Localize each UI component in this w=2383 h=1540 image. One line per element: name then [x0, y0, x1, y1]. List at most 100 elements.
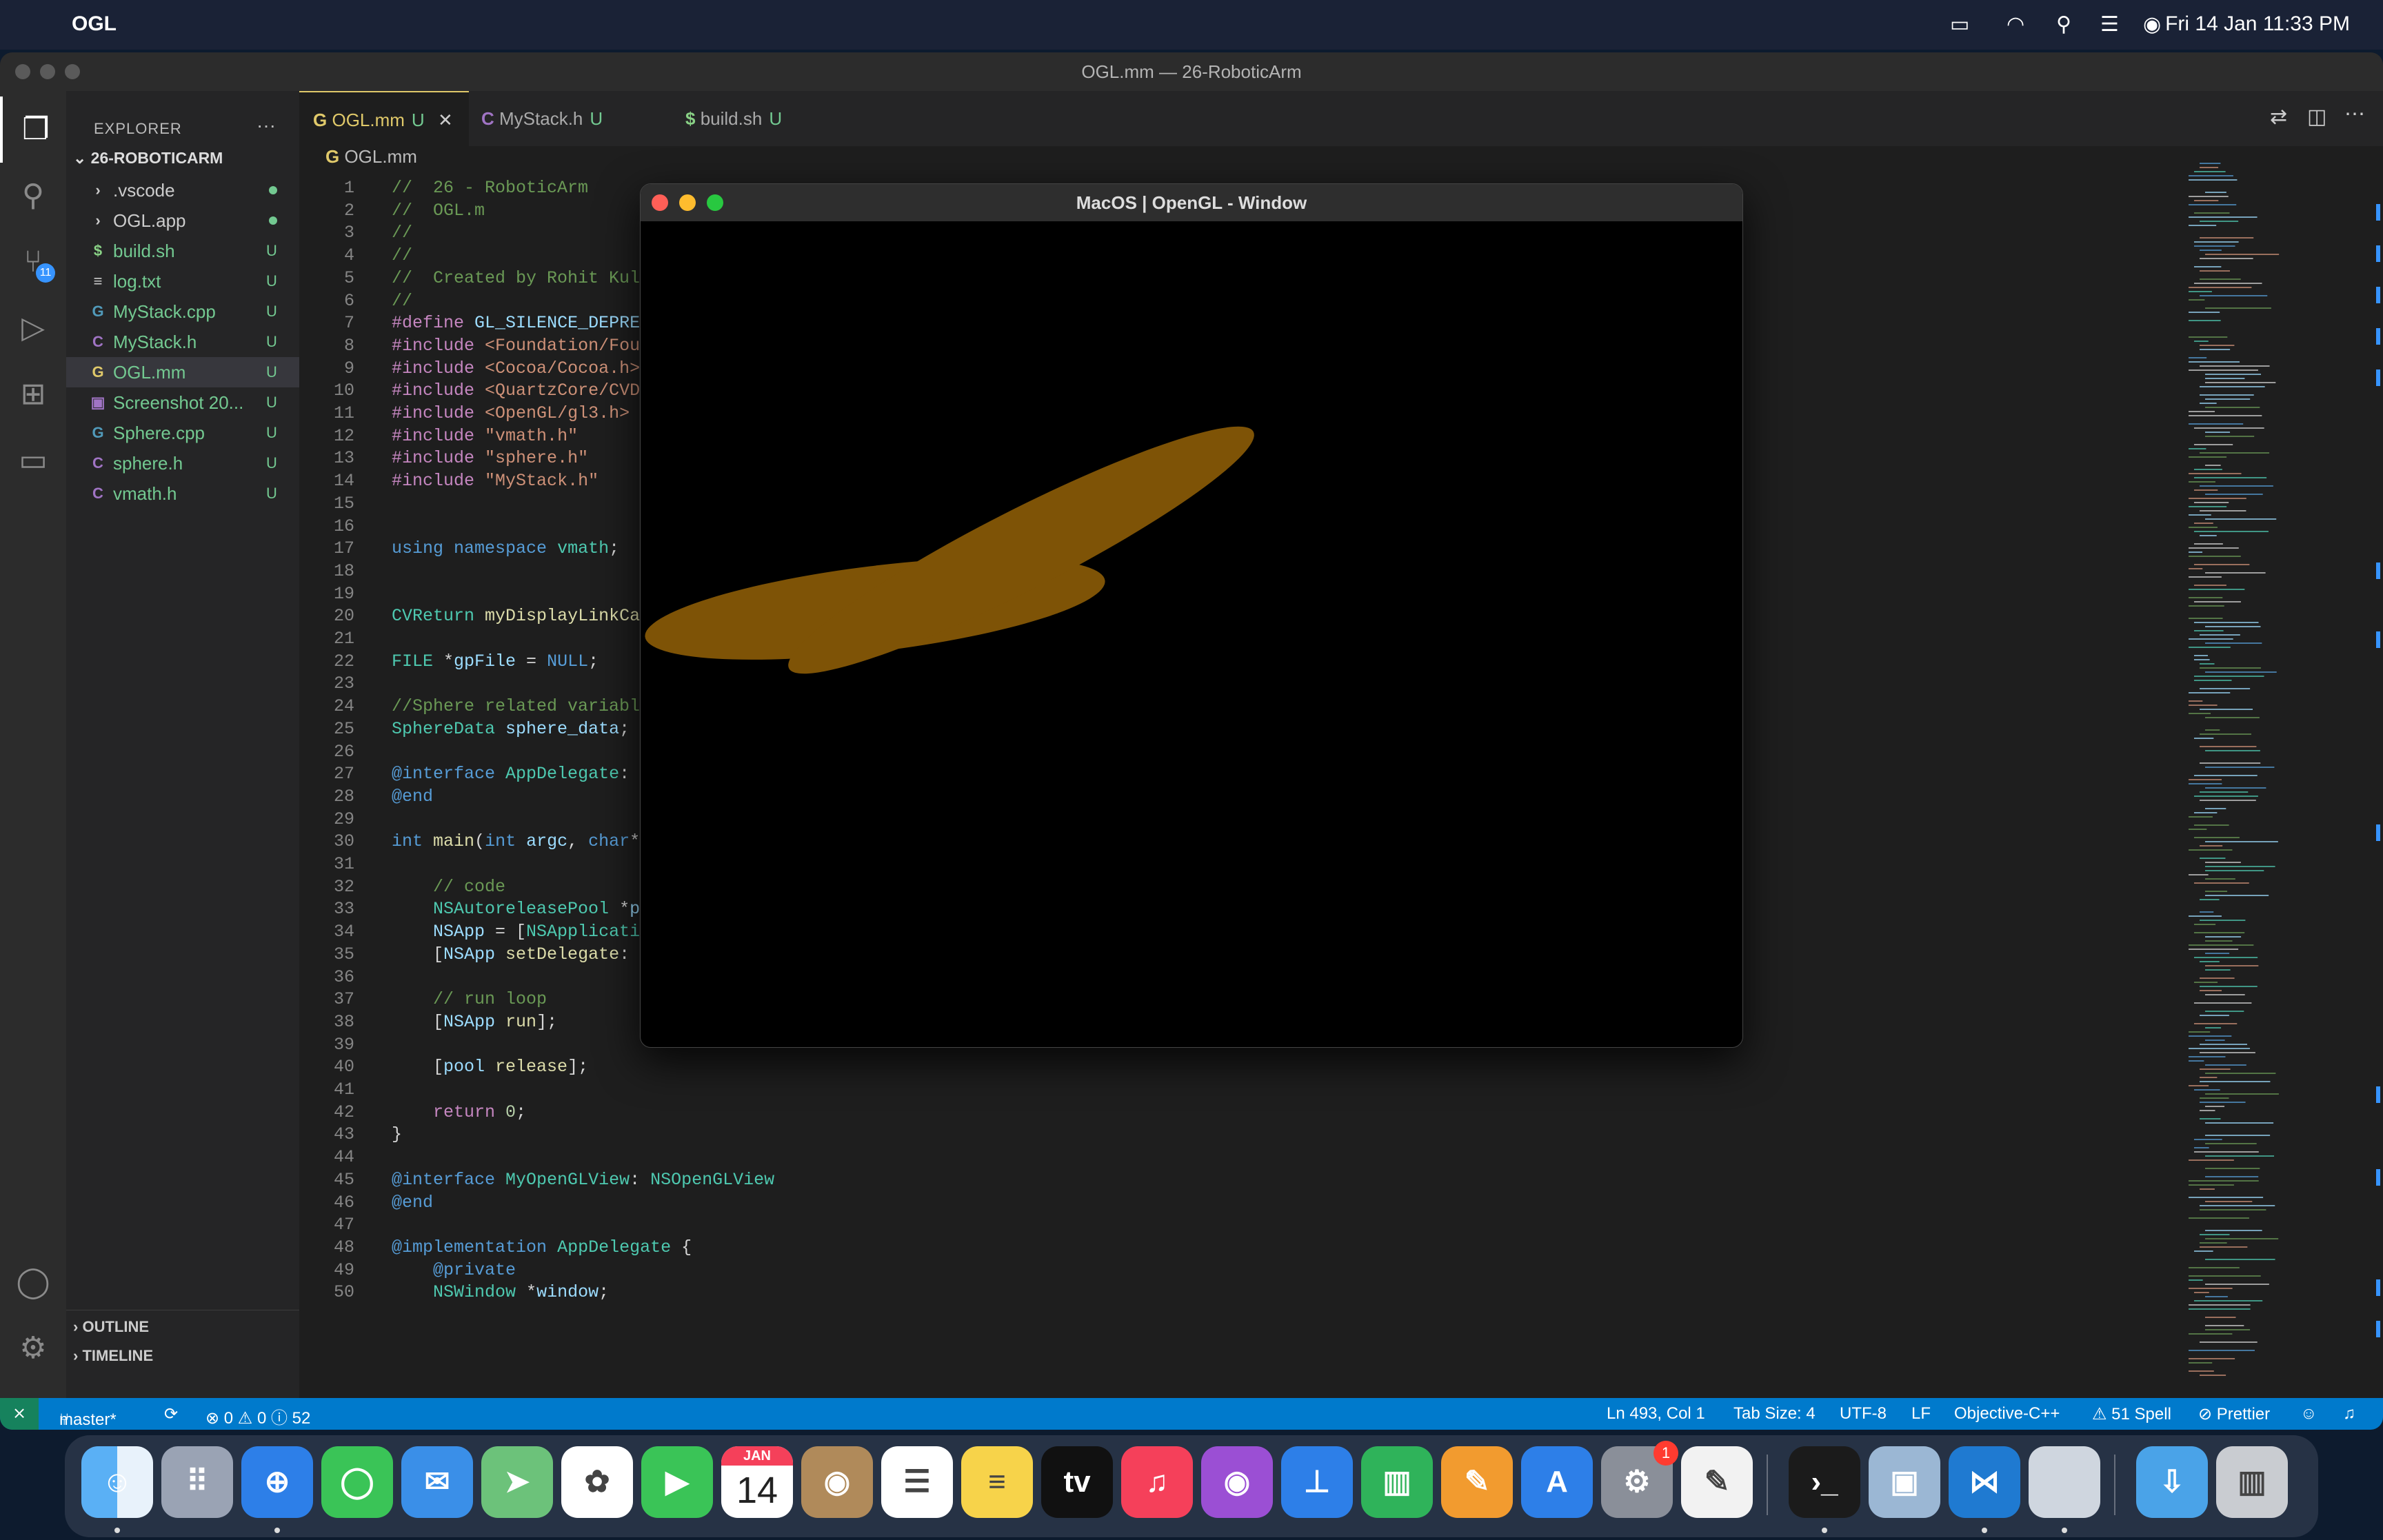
code-line: @implementation AppDelegate {: [392, 1237, 692, 1257]
notes-icon[interactable]: ≡: [961, 1446, 1033, 1518]
git-compare-icon[interactable]: ⇄: [2270, 105, 2287, 129]
music-icon[interactable]: ♫: [1121, 1446, 1193, 1518]
minimize-window-button[interactable]: [679, 194, 696, 211]
line-number: 26: [333, 741, 354, 762]
line-number: 27: [333, 764, 354, 784]
app-store-icon[interactable]: A: [1521, 1446, 1593, 1518]
remote-explorer-icon[interactable]: ▭: [0, 427, 66, 494]
textedit-icon[interactable]: ✎: [1681, 1446, 1753, 1518]
split-editor-icon[interactable]: ◫: [2307, 105, 2326, 129]
opengl-canvas[interactable]: [641, 221, 1742, 1047]
more-actions-icon[interactable]: ⋯: [2344, 102, 2365, 126]
tab-ogl-mm[interactable]: G OGL.mm U ✕: [299, 91, 469, 148]
siri-icon[interactable]: ◉: [2143, 12, 2161, 37]
file-item[interactable]: › .vscode: [66, 175, 299, 205]
file-item[interactable]: ▣ Screenshot 20... U: [66, 387, 299, 418]
spell-check-status[interactable]: ⚠ 51 Spell: [2092, 1404, 2171, 1424]
tab-mystack-h[interactable]: C MyStack.h U: [467, 91, 616, 146]
app-menu-name[interactable]: OGL: [72, 12, 117, 36]
code-line: #include <OpenGL/gl3.h>: [392, 403, 630, 423]
preview-icon[interactable]: ▣: [1869, 1446, 1940, 1518]
menu-bar: OGL ▭ ◠ ⚲ ☰ ◉ Fri 14 Jan 11:33 PM: [0, 0, 2383, 50]
run-debug-icon[interactable]: ▷: [0, 295, 66, 361]
remote-indicator-icon[interactable]: ⨯: [0, 1398, 39, 1430]
file-item[interactable]: ≡ log.txt U: [66, 266, 299, 296]
feedback-icon[interactable]: ☺: [2300, 1404, 2317, 1424]
code-line: // OGL.m: [392, 200, 485, 221]
file-item[interactable]: C MyStack.h U: [66, 327, 299, 357]
file-item[interactable]: $ build.sh U: [66, 236, 299, 266]
notifications-bell-icon[interactable]: ♫: [2343, 1404, 2355, 1424]
finder-icon[interactable]: ☺: [81, 1446, 153, 1518]
reminders-icon[interactable]: ☰: [881, 1446, 953, 1518]
language-mode-status[interactable]: Objective-C++: [1954, 1404, 2060, 1424]
code-line: return 0;: [433, 1102, 527, 1122]
mail-icon[interactable]: ✉: [401, 1446, 473, 1518]
maps-icon[interactable]: ➤: [481, 1446, 553, 1518]
line-number: 14: [333, 471, 354, 492]
file-item[interactable]: G Sphere.cpp U: [66, 418, 299, 448]
file-item[interactable]: › OGL.app: [66, 205, 299, 236]
trash-icon[interactable]: ▥: [2216, 1446, 2288, 1518]
explorer-more-actions-icon[interactable]: ···: [257, 114, 276, 136]
safari-icon[interactable]: ⊕: [241, 1446, 313, 1518]
file-item[interactable]: Cvmath.h U: [66, 478, 299, 509]
source-control-badge: 11: [36, 263, 55, 283]
file-name: log.txt: [113, 271, 161, 292]
calendar-icon[interactable]: JAN 14: [721, 1446, 793, 1518]
close-window-button[interactable]: [15, 64, 30, 79]
search-icon[interactable]: ⚲: [0, 163, 66, 229]
sync-icon[interactable]: ⟳: [164, 1404, 178, 1424]
podcasts-icon[interactable]: ◉: [1201, 1446, 1273, 1518]
minimap[interactable]: [2182, 149, 2383, 1398]
pages-icon[interactable]: ✎: [1441, 1446, 1513, 1518]
keynote-icon[interactable]: ⊥: [1281, 1446, 1353, 1518]
control-center-icon[interactable]: ☰: [2100, 12, 2119, 37]
line-number: 49: [333, 1259, 354, 1280]
line-number: 5: [343, 267, 354, 288]
numbers-icon[interactable]: ▥: [1361, 1446, 1433, 1518]
outline-section[interactable]: › OUTLINE: [73, 1318, 149, 1336]
photos-icon[interactable]: ✿: [561, 1446, 633, 1518]
close-tab-icon[interactable]: ✕: [438, 110, 453, 130]
tab-size-status[interactable]: Tab Size: 4: [1733, 1404, 1816, 1424]
code-line: @private: [433, 1259, 516, 1280]
zoom-window-button[interactable]: [707, 194, 723, 211]
breadcrumb[interactable]: G OGL.mm: [325, 146, 417, 168]
file-item[interactable]: G MyStack.cpp U: [66, 296, 299, 327]
cursor-position[interactable]: Ln 493, Col 1: [1607, 1404, 1705, 1424]
accounts-icon[interactable]: ◯: [0, 1249, 66, 1315]
explorer-icon[interactable]: ❐: [0, 97, 69, 163]
extensions-icon[interactable]: ⊞: [0, 361, 66, 427]
prettier-status[interactable]: ⊘ Prettier: [2198, 1404, 2270, 1424]
menu-bar-clock[interactable]: Fri 14 Jan 11:33 PM: [2165, 12, 2350, 36]
minimize-window-button[interactable]: [40, 64, 55, 79]
system-preferences-icon[interactable]: ⚙ 1: [1601, 1441, 1678, 1518]
file-item[interactable]: G OGL.mm U: [66, 357, 299, 387]
vscode-icon[interactable]: ⋈: [1949, 1446, 2020, 1518]
timeline-section[interactable]: › TIMELINE: [73, 1347, 153, 1365]
workspace-folder[interactable]: ⌄ 26-ROBOTICARM: [73, 149, 223, 168]
battery-icon[interactable]: ▭: [1950, 12, 1969, 37]
contacts-icon[interactable]: ◉: [801, 1446, 873, 1518]
source-control-icon[interactable]: ⑂ 11: [0, 229, 66, 295]
messages-icon[interactable]: ◯: [321, 1446, 393, 1518]
encoding-status[interactable]: UTF-8: [1840, 1404, 1887, 1424]
close-window-button[interactable]: [652, 194, 668, 211]
line-number: 36: [333, 966, 354, 987]
file-item[interactable]: Csphere.h U: [66, 448, 299, 478]
problems-status[interactable]: ⊗ 0 ⚠ 0 ⓘ 52: [205, 1404, 310, 1428]
facetime-icon[interactable]: ▶: [641, 1446, 713, 1518]
spotlight-search-icon[interactable]: ⚲: [2056, 12, 2071, 37]
tab-build-sh[interactable]: $ build.sh U: [672, 91, 796, 146]
wifi-icon[interactable]: ◠: [2007, 12, 2024, 37]
terminal-icon[interactable]: ›_: [1789, 1446, 1860, 1518]
eol-status[interactable]: LF: [1911, 1404, 1931, 1424]
launchpad-icon[interactable]: ⠿: [161, 1446, 233, 1518]
zoom-window-button[interactable]: [65, 64, 80, 79]
downloads-icon[interactable]: ⇩: [2136, 1446, 2208, 1518]
code-line: #include "vmath.h": [392, 425, 579, 446]
settings-gear-icon[interactable]: ⚙: [0, 1315, 66, 1381]
blank-app-icon[interactable]: [2029, 1446, 2100, 1518]
tv-icon[interactable]: tv: [1041, 1446, 1113, 1518]
